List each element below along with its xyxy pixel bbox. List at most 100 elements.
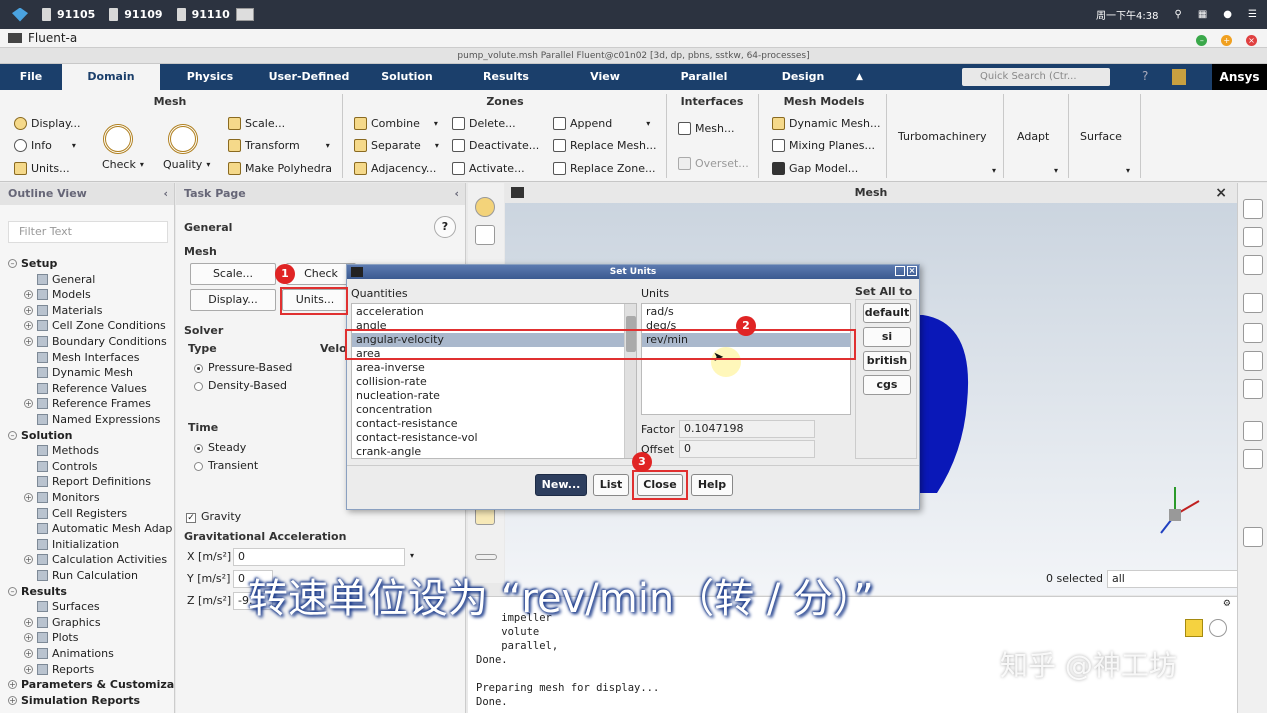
expand-icon[interactable]: + (24, 337, 33, 346)
light-icon[interactable] (1243, 323, 1263, 343)
tab-file[interactable]: File (0, 64, 62, 90)
outline-item[interactable]: + Animations (24, 647, 114, 660)
expand-icon[interactable]: – (8, 430, 17, 440)
close-icon[interactable]: × (1215, 183, 1227, 203)
expand-icon[interactable]: + (24, 399, 33, 409)
close-icon[interactable]: × (907, 266, 917, 276)
gap-model-button[interactable]: Gap Model... (772, 162, 858, 175)
scrollbar[interactable] (624, 304, 636, 458)
outline-item[interactable]: Reference Values (24, 382, 147, 395)
copy-icon[interactable] (1243, 527, 1263, 547)
separate-button[interactable]: Separate ▾ (354, 139, 439, 152)
tab-view[interactable]: View (556, 64, 654, 90)
outline-item[interactable]: Methods (24, 444, 99, 457)
expand-icon[interactable]: + (24, 321, 33, 331)
warning-icon[interactable] (1185, 619, 1203, 637)
pan-icon[interactable] (475, 225, 495, 245)
replace-mesh-button[interactable]: Replace Mesh... (553, 139, 656, 152)
outline-item[interactable]: + Models (24, 288, 91, 301)
make-polyhedra-button[interactable]: Make Polyhedra (228, 162, 332, 175)
surface-button[interactable]: Surface (1080, 130, 1122, 143)
quantity-item[interactable]: contact-resistance-vol (352, 431, 636, 445)
quantity-item[interactable]: nucleation-rate (352, 389, 636, 403)
set-all-default-button[interactable]: default (863, 303, 911, 323)
collapse-ribbon-icon[interactable]: ▲ (856, 72, 863, 82)
chevron-down-icon[interactable]: ▾ (1126, 166, 1130, 175)
chart-icon[interactable] (1243, 421, 1263, 441)
set-all-si-button[interactable]: si (863, 327, 911, 347)
taskbar-item[interactable]: 91110 (176, 8, 254, 21)
minimize-button[interactable]: – (1196, 35, 1208, 46)
transform-button[interactable]: Transform ▾ (228, 139, 330, 152)
taskbar-item[interactable]: 91105 (42, 8, 95, 21)
maximize-icon[interactable] (895, 266, 905, 276)
display-button[interactable]: Display... (190, 289, 276, 311)
notes-icon[interactable] (1172, 69, 1186, 85)
outline-item[interactable]: + Reports (24, 663, 94, 676)
quality-button[interactable]: Quality ▾ (163, 158, 210, 171)
network-icon[interactable]: ⚲ (1175, 9, 1182, 20)
turbomachinery-button[interactable]: Turbomachinery (898, 130, 987, 143)
quantity-item[interactable]: crank-angle (352, 445, 636, 458)
info-icon[interactable] (1209, 619, 1227, 637)
close-button[interactable]: × (1246, 35, 1257, 46)
outline-item[interactable]: General (24, 273, 95, 286)
view-icon[interactable] (1243, 199, 1263, 219)
pressure-based-radio[interactable]: Pressure-Based (194, 361, 292, 374)
set-all-cgs-button[interactable]: cgs (863, 375, 911, 395)
outline-item[interactable]: – Setup (8, 257, 57, 270)
expand-icon[interactable]: + (24, 617, 33, 627)
dynamic-mesh-button[interactable]: Dynamic Mesh... (772, 117, 880, 130)
quantities-list[interactable]: acceleration angle angular-velocity area are… (351, 303, 637, 459)
chevron-down-icon[interactable]: ▾ (1054, 166, 1058, 175)
expand-icon[interactable]: + (24, 633, 33, 643)
check-button[interactable]: Check ▾ (102, 158, 144, 171)
user-icon[interactable]: ● (1223, 9, 1232, 20)
expand-icon[interactable]: + (24, 649, 33, 658)
deactivate-button[interactable]: Deactivate... (452, 139, 539, 152)
quantity-item[interactable]: concentration (352, 403, 636, 417)
undo-icon[interactable] (1243, 379, 1263, 399)
collapse-panel-icon[interactable]: ‹ (454, 183, 459, 205)
outline-item[interactable]: Report Definitions (24, 475, 151, 488)
combine-button[interactable]: Combine ▾ (354, 117, 438, 130)
outline-item[interactable]: Automatic Mesh Adap (24, 522, 172, 535)
outline-item[interactable]: Surfaces (24, 600, 100, 613)
outline-item[interactable]: + Monitors (24, 491, 100, 504)
help-button[interactable]: ? (434, 216, 456, 238)
info-button[interactable]: Info ▾ (14, 139, 76, 152)
outline-item[interactable]: Mesh Interfaces (24, 351, 139, 364)
outline-item[interactable]: – Results (8, 585, 67, 598)
adjacency-button[interactable]: Adjacency... (354, 162, 436, 175)
tab-parallel[interactable]: Parallel (654, 64, 754, 90)
outline-item[interactable]: Named Expressions (24, 413, 160, 426)
expand-icon[interactable]: + (24, 555, 33, 565)
app-launcher-icon[interactable] (12, 7, 28, 22)
outline-item[interactable]: + Calculation Activities (24, 553, 167, 566)
mesh-display-icon[interactable] (1243, 255, 1263, 275)
expand-icon[interactable]: + (24, 664, 33, 674)
surface-icon[interactable] (1243, 227, 1263, 247)
outline-item[interactable]: + Cell Zone Conditions (24, 319, 166, 332)
x-input[interactable]: 0 (233, 548, 405, 566)
outline-item[interactable]: + Graphics (24, 616, 101, 629)
chevron-down-icon[interactable]: ▾ (992, 166, 996, 175)
expand-icon[interactable]: + (24, 290, 33, 300)
help-icon[interactable]: ? (1142, 69, 1148, 83)
units-button[interactable]: Units... (14, 162, 70, 175)
rotate-icon[interactable] (475, 197, 495, 217)
chevron-down-icon[interactable]: ▾ (410, 551, 414, 560)
new-button[interactable]: New... (535, 474, 587, 496)
append-button[interactable]: Append ▾ (553, 117, 650, 130)
outline-item[interactable]: Run Calculation (24, 569, 138, 582)
outline-item[interactable]: + Reference Frames (24, 397, 151, 410)
selection-filter-select[interactable]: all (1107, 570, 1257, 588)
transient-radio[interactable]: Transient (194, 459, 258, 472)
tab-results[interactable]: Results (456, 64, 556, 90)
density-based-radio[interactable]: Density-Based (194, 379, 287, 392)
filter-input[interactable]: Filter Text (8, 221, 168, 243)
toggle-icon[interactable] (1243, 449, 1263, 469)
outline-item[interactable]: + Parameters & Customiza (8, 678, 174, 691)
overset-button[interactable]: Overset... (678, 157, 749, 170)
quantity-item[interactable]: contact-resistance (352, 417, 636, 431)
